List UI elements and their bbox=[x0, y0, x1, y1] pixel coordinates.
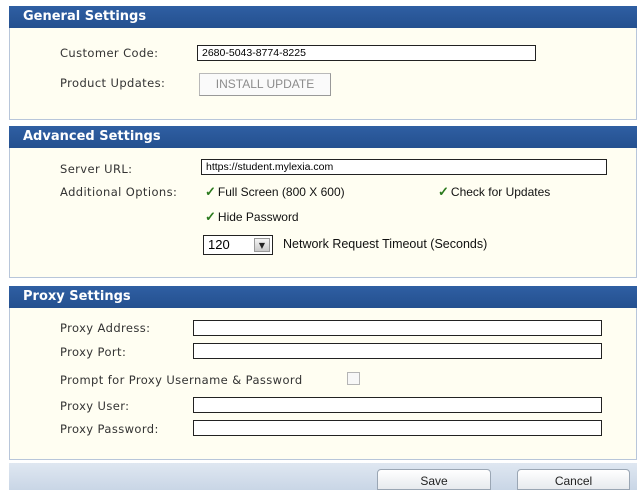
advanced-settings-title: Advanced Settings bbox=[23, 129, 161, 144]
proxy-address-label: Proxy Address: bbox=[60, 321, 151, 335]
general-settings-header: General Settings bbox=[9, 6, 637, 28]
product-updates-label: Product Updates: bbox=[60, 76, 166, 90]
proxy-port-field[interactable] bbox=[193, 343, 602, 359]
cancel-button[interactable]: Cancel bbox=[517, 469, 630, 490]
customer-code-label: Customer Code: bbox=[60, 46, 159, 60]
timeout-select[interactable]: 120 ▼ bbox=[203, 235, 273, 255]
timeout-value: 120 bbox=[208, 237, 230, 252]
proxy-prompt-checkbox[interactable] bbox=[347, 372, 360, 385]
advanced-settings-header: Advanced Settings bbox=[9, 126, 637, 148]
check-updates-checkbox[interactable]: ✓ Check for Updates bbox=[438, 184, 550, 200]
full-screen-label: Full Screen (800 X 600) bbox=[217, 185, 345, 199]
hide-password-label: Hide Password bbox=[217, 210, 299, 224]
checkmark-icon: ✓ bbox=[205, 184, 216, 199]
save-button[interactable]: Save bbox=[377, 469, 491, 490]
timeout-label: Network Request Timeout (Seconds) bbox=[283, 237, 488, 251]
proxy-address-field[interactable] bbox=[193, 320, 602, 336]
check-updates-label: Check for Updates bbox=[450, 185, 551, 199]
install-update-button[interactable]: INSTALL UPDATE bbox=[199, 73, 331, 96]
general-settings-title: General Settings bbox=[23, 9, 147, 24]
proxy-settings-title: Proxy Settings bbox=[23, 289, 131, 304]
customer-code-field[interactable]: 2680-5043-8774-8225 bbox=[197, 45, 536, 61]
checkmark-icon: ✓ bbox=[205, 209, 216, 224]
full-screen-checkbox[interactable]: ✓ Full Screen (800 X 600) bbox=[205, 184, 345, 200]
general-settings-panel: Customer Code: 2680-5043-8774-8225 Produ… bbox=[9, 28, 637, 120]
proxy-password-field[interactable] bbox=[193, 420, 602, 436]
server-url-field[interactable]: https://student.mylexia.com bbox=[201, 159, 607, 175]
proxy-port-label: Proxy Port: bbox=[60, 345, 127, 359]
proxy-settings-panel: Proxy Address: Proxy Port: Prompt for Pr… bbox=[9, 308, 637, 460]
proxy-user-field[interactable] bbox=[193, 397, 602, 413]
advanced-settings-panel: Server URL: https://student.mylexia.com … bbox=[9, 148, 637, 278]
chevron-down-icon[interactable]: ▼ bbox=[254, 238, 270, 252]
hide-password-checkbox[interactable]: ✓ Hide Password bbox=[205, 209, 299, 225]
proxy-user-label: Proxy User: bbox=[60, 399, 130, 413]
proxy-password-label: Proxy Password: bbox=[60, 422, 159, 436]
proxy-settings-header: Proxy Settings bbox=[9, 286, 637, 308]
server-url-label: Server URL: bbox=[60, 162, 133, 176]
proxy-prompt-label: Prompt for Proxy Username & Password bbox=[60, 373, 303, 387]
checkmark-icon: ✓ bbox=[438, 184, 449, 199]
additional-options-label: Additional Options: bbox=[60, 185, 178, 199]
